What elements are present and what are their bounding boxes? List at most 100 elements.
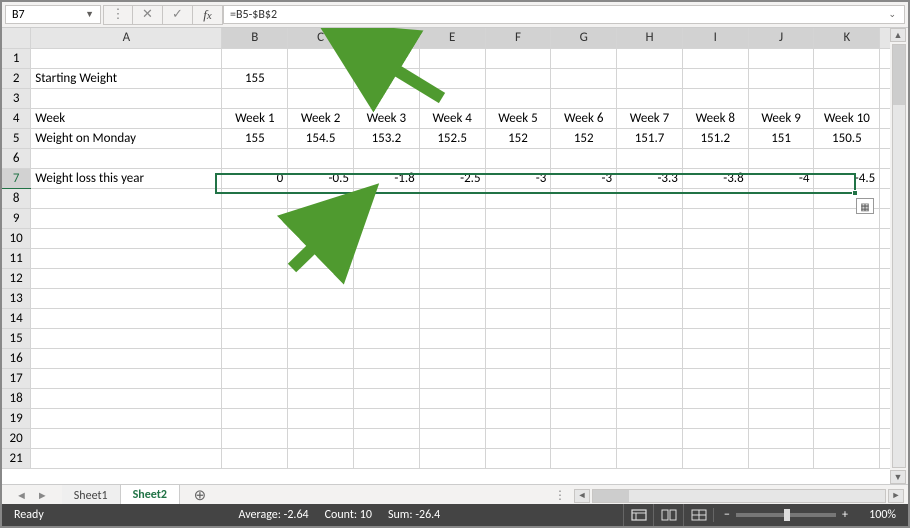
cell-E14[interactable] [419, 308, 485, 328]
cell-C3[interactable] [288, 88, 354, 108]
cell-G6[interactable] [551, 148, 617, 168]
cell-E3[interactable] [419, 88, 485, 108]
cell-J14[interactable] [748, 308, 814, 328]
cell-G5[interactable]: 152 [551, 128, 617, 148]
cell-D18[interactable] [354, 388, 420, 408]
cell-A14[interactable] [31, 308, 222, 328]
cell-F21[interactable] [485, 448, 551, 468]
cell-D8[interactable] [354, 188, 420, 208]
cell-I7[interactable]: -3.8 [682, 168, 748, 188]
cell-K20[interactable] [814, 428, 880, 448]
zoom-in-button[interactable]: + [842, 508, 848, 522]
cell-J18[interactable] [748, 388, 814, 408]
cell-B2[interactable]: 155 [222, 68, 288, 88]
cell-D11[interactable] [354, 248, 420, 268]
cell-B15[interactable] [222, 328, 288, 348]
row-header-13[interactable]: 13 [2, 288, 31, 308]
cell-F6[interactable] [485, 148, 551, 168]
cell-G12[interactable] [551, 268, 617, 288]
row-header-11[interactable]: 11 [2, 248, 31, 268]
fill-handle[interactable] [852, 190, 858, 196]
col-H[interactable]: H [617, 28, 683, 48]
cell-J10[interactable] [748, 228, 814, 248]
v-scroll-thumb[interactable] [893, 45, 905, 105]
col-E[interactable]: E [419, 28, 485, 48]
sheet-tab-1[interactable]: Sheet1 [62, 485, 121, 506]
scroll-down-button[interactable]: ▼ [890, 470, 906, 484]
row-header-6[interactable]: 6 [2, 148, 31, 168]
cell-B12[interactable] [222, 268, 288, 288]
cell-C7[interactable]: -0.5 [288, 168, 354, 188]
cell-E4[interactable]: Week 4 [419, 108, 485, 128]
col-A[interactable]: A [31, 28, 222, 48]
cell-K1[interactable] [814, 48, 880, 68]
col-K[interactable]: K [814, 28, 880, 48]
tab-prev-icon[interactable]: ◄ [16, 489, 27, 502]
cell-K2[interactable] [814, 68, 880, 88]
cell-C14[interactable] [288, 308, 354, 328]
row-header-18[interactable]: 18 [2, 388, 31, 408]
cell-H17[interactable] [617, 368, 683, 388]
cell-G20[interactable] [551, 428, 617, 448]
cell-G16[interactable] [551, 348, 617, 368]
cell-C12[interactable] [288, 268, 354, 288]
cell-A12[interactable] [31, 268, 222, 288]
cell-E17[interactable] [419, 368, 485, 388]
cell-G17[interactable] [551, 368, 617, 388]
cell-H13[interactable] [617, 288, 683, 308]
cell-A2[interactable]: Starting Weight [31, 68, 222, 88]
cell-A3[interactable] [31, 88, 222, 108]
cell-B21[interactable] [222, 448, 288, 468]
cell-C19[interactable] [288, 408, 354, 428]
cell-C20[interactable] [288, 428, 354, 448]
cell-D1[interactable] [354, 48, 420, 68]
cell-C17[interactable] [288, 368, 354, 388]
cell-F15[interactable] [485, 328, 551, 348]
col-G[interactable]: G [551, 28, 617, 48]
row-header-7[interactable]: 7 [2, 168, 31, 188]
cell-B16[interactable] [222, 348, 288, 368]
cell-H12[interactable] [617, 268, 683, 288]
cell-I5[interactable]: 151.2 [682, 128, 748, 148]
cell-E5[interactable]: 152.5 [419, 128, 485, 148]
cell-J8[interactable] [748, 188, 814, 208]
cell-I16[interactable] [682, 348, 748, 368]
cell-C5[interactable]: 154.5 [288, 128, 354, 148]
cell-E7[interactable]: -2.5 [419, 168, 485, 188]
cell-K19[interactable] [814, 408, 880, 428]
cell-F9[interactable] [485, 208, 551, 228]
cell-E19[interactable] [419, 408, 485, 428]
cell-C6[interactable] [288, 148, 354, 168]
row-header-12[interactable]: 12 [2, 268, 31, 288]
row-header-21[interactable]: 21 [2, 448, 31, 468]
cell-H18[interactable] [617, 388, 683, 408]
cell-G7[interactable]: -3 [551, 168, 617, 188]
cell-J21[interactable] [748, 448, 814, 468]
cell-A7[interactable]: Weight loss this year [31, 168, 222, 188]
cell-A1[interactable] [31, 48, 222, 68]
cell-C4[interactable]: Week 2 [288, 108, 354, 128]
row-header-19[interactable]: 19 [2, 408, 31, 428]
cell-I15[interactable] [682, 328, 748, 348]
cell-F16[interactable] [485, 348, 551, 368]
h-scroll-thumb[interactable] [593, 490, 629, 502]
page-break-view-button[interactable] [683, 504, 713, 526]
cell-A5[interactable]: Weight on Monday [31, 128, 222, 148]
cell-E16[interactable] [419, 348, 485, 368]
cell-E8[interactable] [419, 188, 485, 208]
cell-K14[interactable] [814, 308, 880, 328]
scroll-up-button[interactable]: ▲ [890, 28, 906, 42]
cell-A10[interactable] [31, 228, 222, 248]
cell-H14[interactable] [617, 308, 683, 328]
cell-A20[interactable] [31, 428, 222, 448]
cell-D13[interactable] [354, 288, 420, 308]
cell-G14[interactable] [551, 308, 617, 328]
cell-G19[interactable] [551, 408, 617, 428]
cell-F1[interactable] [485, 48, 551, 68]
cell-I6[interactable] [682, 148, 748, 168]
cell-D10[interactable] [354, 228, 420, 248]
cell-F11[interactable] [485, 248, 551, 268]
cell-J7[interactable]: -4 [748, 168, 814, 188]
row-header-2[interactable]: 2 [2, 68, 31, 88]
cell-F20[interactable] [485, 428, 551, 448]
